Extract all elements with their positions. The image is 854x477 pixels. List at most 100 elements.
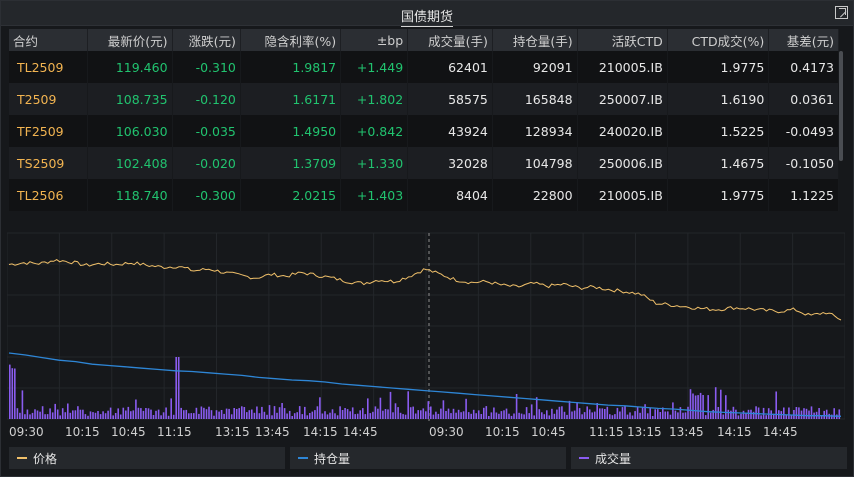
cell-implied-rate: 1.3709: [240, 147, 342, 179]
header-ctd-yield[interactable]: CTD成交(%): [667, 29, 770, 51]
volume-bar: [246, 412, 248, 419]
header-implied-rate[interactable]: 隐含利率(%): [240, 29, 342, 51]
volume-bar: [606, 406, 609, 419]
x-tick-label: 09:30: [429, 425, 464, 439]
table-row[interactable]: TL2509 119.460 -0.310 1.9817 +1.449 62401 9209…: [9, 51, 839, 83]
header-contract[interactable]: 合约: [9, 29, 88, 51]
table-row[interactable]: TF2509 106.030 -0.035 1.4950 +0.842 43924 1289…: [9, 115, 839, 147]
table-row[interactable]: TS2509 102.408 -0.020 1.3709 +1.330 32028 1047…: [9, 147, 839, 179]
x-tick-label: 13:15: [627, 425, 662, 439]
volume-bar: [412, 406, 414, 419]
header-basis[interactable]: 基差(元): [768, 29, 839, 51]
header-open-interest[interactable]: 持仓量(手): [492, 29, 578, 51]
volume-bar: [36, 410, 39, 419]
volume-bar: [765, 415, 767, 419]
volume-bar: [24, 414, 26, 419]
cell-ctd-yield: 1.6190: [667, 83, 770, 115]
volume-bar: [104, 413, 107, 419]
header-bp[interactable]: ±bp: [340, 29, 409, 51]
intraday-chart[interactable]: 09:30 10:15 10:45 11:15 13:15 13:45 14:15 14:45…: [7, 231, 845, 441]
cell-change: -0.310: [172, 51, 241, 83]
cell-change: -0.035: [172, 115, 241, 147]
volume-bar: [278, 407, 281, 419]
volume-bar: [223, 413, 225, 419]
cell-volume: 32028: [407, 147, 493, 179]
volume-bar: [273, 406, 276, 419]
volume-bar: [641, 407, 644, 419]
volume-bar: [697, 395, 699, 419]
volume-bar: [354, 414, 356, 419]
volume-bar: [301, 414, 304, 419]
volume-bar: [99, 414, 102, 419]
volume-bar: [205, 409, 208, 419]
cell-bp: +1.449: [340, 51, 409, 83]
volume-bar: [160, 415, 162, 419]
volume-bar: [818, 408, 820, 419]
table-scrollbar[interactable]: [839, 51, 843, 161]
volume-bar: [538, 409, 541, 419]
volume-bar: [664, 411, 667, 419]
volume-bar: [414, 413, 417, 419]
volume-bar: [624, 406, 626, 419]
volume-bar: [397, 407, 399, 419]
x-tick-label: 10:45: [111, 425, 146, 439]
cell-volume: 58575: [407, 83, 493, 115]
header-active-ctd[interactable]: 活跃CTD: [577, 29, 668, 51]
volume-bar: [523, 414, 525, 419]
header-last-price[interactable]: 最新价(元): [87, 29, 173, 51]
volume-bar: [838, 409, 841, 419]
volume-bar: [823, 410, 825, 419]
volume-bar: [210, 410, 213, 419]
volume-bar: [293, 413, 296, 419]
volume-bar: [692, 393, 694, 419]
volume-bar: [601, 408, 604, 419]
volume-bar: [69, 412, 72, 419]
volume-bar: [619, 411, 621, 419]
x-tick-label: 13:45: [669, 425, 704, 439]
legend-open-interest[interactable]: 持仓量: [290, 447, 566, 469]
volume-bar: [367, 398, 369, 419]
volume-bar: [525, 407, 528, 419]
volume-bar: [369, 413, 372, 419]
expand-icon[interactable]: [835, 6, 848, 19]
volume-bar: [356, 413, 359, 419]
volume-bar: [604, 409, 606, 419]
volume-bar: [483, 407, 485, 419]
volume-bar: [84, 414, 87, 419]
volume-bar: [359, 410, 361, 419]
legend-volume[interactable]: 成交量: [571, 447, 847, 469]
quotes-table: 合约 最新价(元) 涨跌(元) 隐含利率(%) ±bp 成交量(手) 持仓量(手…: [9, 29, 839, 211]
volume-bar: [26, 409, 29, 419]
cell-last-price: 102.408: [87, 147, 173, 179]
volume-bar: [137, 407, 140, 419]
volume-bar: [235, 409, 238, 419]
volume-bar: [314, 410, 316, 419]
volume-bar: [704, 415, 707, 419]
volume-bar: [97, 411, 99, 419]
volume-bar: [346, 409, 349, 419]
table-row[interactable]: TL2506 118.740 -0.300 2.0215 +1.403 8404 22800…: [9, 179, 839, 211]
header-change[interactable]: 涨跌(元): [172, 29, 241, 51]
volume-bar: [150, 409, 152, 419]
legend-price[interactable]: 价格: [9, 447, 285, 469]
table-row[interactable]: T2509 108.735 -0.120 1.6171 +1.802 58575 16584…: [9, 83, 839, 115]
volume-bar: [283, 408, 286, 419]
volume-bar: [694, 395, 697, 419]
volume-bar: [135, 399, 137, 419]
volume-bar: [672, 402, 674, 419]
volume-bar: [470, 413, 472, 419]
volume-bar: [626, 414, 629, 419]
volume-bar: [790, 415, 793, 419]
header-volume[interactable]: 成交量(手): [407, 29, 493, 51]
volume-bar: [518, 412, 520, 419]
volume-bar: [737, 415, 740, 419]
volume-bar: [31, 412, 34, 419]
volume-bar: [480, 414, 483, 419]
volume-bar: [505, 408, 508, 419]
x-tick-label: 11:15: [589, 425, 624, 439]
volume-bar: [432, 414, 435, 419]
volume-bar: [472, 409, 475, 419]
volume-bar: [127, 406, 130, 419]
volume-bar: [510, 415, 513, 419]
cell-bp: +1.330: [340, 147, 409, 179]
